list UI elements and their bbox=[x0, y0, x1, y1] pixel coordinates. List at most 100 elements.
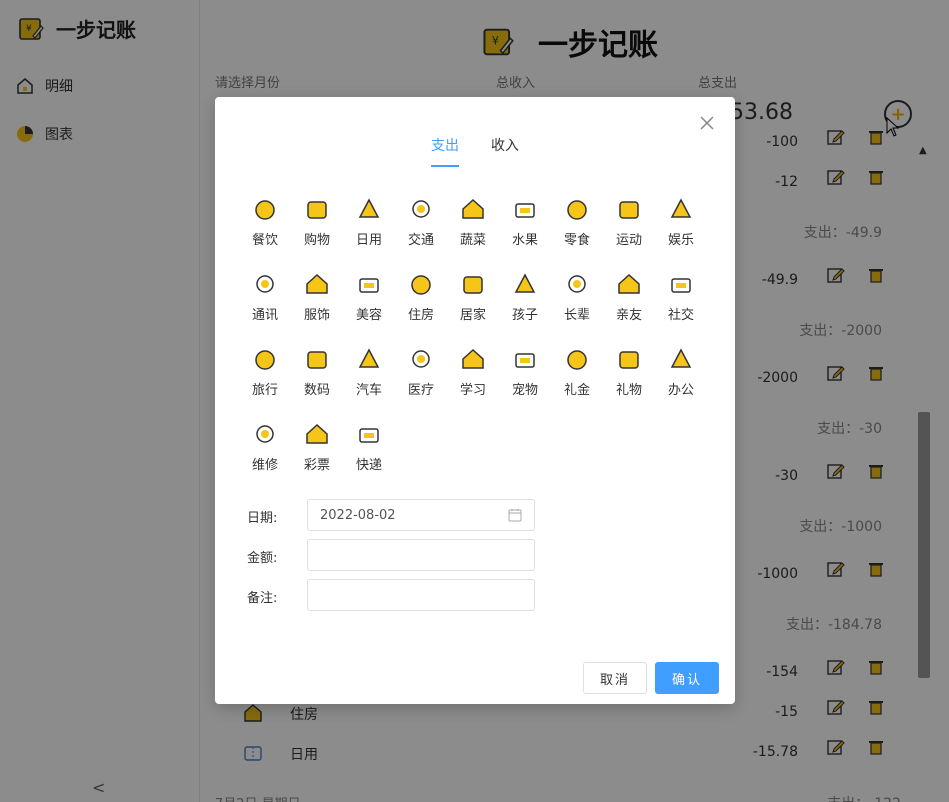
lottery-icon bbox=[306, 423, 328, 444]
category-item[interactable]: 水果 bbox=[499, 195, 551, 248]
category-label: 汽车 bbox=[355, 383, 382, 398]
category-item[interactable]: 办公 bbox=[655, 345, 707, 398]
lamp-icon bbox=[463, 276, 483, 294]
category-label: 蔬菜 bbox=[459, 233, 486, 248]
category-item[interactable]: 社交 bbox=[655, 270, 707, 323]
close-icon[interactable] bbox=[699, 115, 715, 131]
house-icon bbox=[411, 275, 431, 295]
contact-card-icon bbox=[256, 275, 274, 293]
amount-label: 金额: bbox=[247, 551, 278, 566]
note-input[interactable] bbox=[307, 579, 535, 611]
category-label: 娱乐 bbox=[667, 233, 694, 248]
category-label: 数码 bbox=[303, 383, 330, 398]
category-label: 通讯 bbox=[251, 308, 278, 323]
graduation-cap-icon bbox=[462, 348, 484, 369]
tshirt-icon bbox=[306, 273, 328, 294]
medical-kit-icon bbox=[412, 350, 430, 368]
category-item[interactable]: 汽车 bbox=[343, 345, 395, 398]
calendar-icon bbox=[508, 509, 522, 522]
category-label: 居家 bbox=[459, 308, 486, 323]
category-item[interactable]: 交通 bbox=[395, 195, 447, 248]
category-item[interactable]: 住房 bbox=[395, 270, 447, 323]
relatives-icon bbox=[618, 273, 640, 294]
category-item[interactable]: 孩子 bbox=[499, 270, 551, 323]
category-label: 快递 bbox=[355, 458, 382, 473]
category-item[interactable]: 餐饮 bbox=[239, 195, 291, 248]
date-value: 2022-08-02 bbox=[320, 507, 396, 523]
office-chair-icon bbox=[670, 348, 692, 368]
date-label: 日期: bbox=[247, 511, 278, 526]
category-label: 服饰 bbox=[303, 308, 330, 323]
category-item[interactable]: 彩票 bbox=[291, 420, 343, 473]
category-item[interactable]: 购物 bbox=[291, 195, 343, 248]
suitcase-icon bbox=[255, 350, 275, 370]
category-label: 美容 bbox=[355, 308, 382, 323]
car-icon bbox=[358, 348, 380, 368]
category-item[interactable]: 居家 bbox=[447, 270, 499, 323]
bus-icon bbox=[412, 200, 430, 218]
category-label: 礼物 bbox=[615, 383, 642, 398]
category-item[interactable]: 长辈 bbox=[551, 270, 603, 323]
category-label: 办公 bbox=[667, 383, 694, 398]
category-item[interactable]: 零食 bbox=[551, 195, 603, 248]
apple-icon bbox=[515, 203, 535, 218]
camera-icon bbox=[307, 351, 327, 369]
tab-income[interactable]: 收入 bbox=[491, 135, 519, 167]
gift-bag-icon bbox=[619, 351, 639, 369]
category-item[interactable]: 宠物 bbox=[499, 345, 551, 398]
cupcake-icon bbox=[567, 200, 587, 220]
category-label: 维修 bbox=[251, 458, 278, 473]
tissue-icon bbox=[358, 198, 380, 218]
category-item[interactable]: 维修 bbox=[239, 420, 291, 473]
category-label: 运动 bbox=[615, 233, 642, 248]
wrench-icon bbox=[256, 425, 274, 443]
category-item[interactable]: 快递 bbox=[343, 420, 395, 473]
category-item[interactable]: 数码 bbox=[291, 345, 343, 398]
category-label: 学习 bbox=[459, 383, 486, 398]
date-picker[interactable]: 2022-08-02 bbox=[307, 499, 535, 531]
category-label: 长辈 bbox=[563, 308, 590, 323]
category-label: 亲友 bbox=[615, 308, 642, 323]
category-label: 水果 bbox=[511, 233, 538, 248]
vegetable-icon bbox=[462, 198, 484, 219]
category-label: 孩子 bbox=[511, 308, 538, 323]
category-label: 医疗 bbox=[407, 383, 434, 398]
category-label: 社交 bbox=[667, 308, 694, 323]
note-label: 备注: bbox=[247, 591, 278, 606]
category-label: 旅行 bbox=[251, 383, 278, 398]
category-item[interactable]: 通讯 bbox=[239, 270, 291, 323]
bag-icon bbox=[307, 201, 327, 219]
shoe-icon bbox=[619, 201, 639, 219]
category-item[interactable]: 娱乐 bbox=[655, 195, 707, 248]
tab-expense[interactable]: 支出 bbox=[431, 135, 459, 167]
category-label: 交通 bbox=[407, 233, 434, 248]
category-label: 彩票 bbox=[303, 458, 330, 473]
category-label: 零食 bbox=[563, 233, 590, 248]
category-item[interactable]: 日用 bbox=[343, 195, 395, 248]
category-item[interactable]: 美容 bbox=[343, 270, 395, 323]
category-item[interactable]: 礼物 bbox=[603, 345, 655, 398]
category-label: 购物 bbox=[303, 233, 330, 248]
category-label: 住房 bbox=[407, 308, 434, 323]
paw-icon bbox=[515, 353, 535, 368]
category-label: 礼金 bbox=[563, 383, 590, 398]
category-item[interactable]: 学习 bbox=[447, 345, 499, 398]
category-label: 日用 bbox=[355, 233, 382, 248]
category-label: 宠物 bbox=[511, 383, 538, 398]
red-envelope-icon bbox=[567, 350, 587, 370]
add-record-dialog: 支出 收入 餐饮 购物 日用 交通 蔬菜 水果 零食 运动 娱乐通讯 服饰 美容 住房 居家 孩子 长辈 亲友… bbox=[215, 97, 735, 704]
amount-input[interactable] bbox=[307, 539, 535, 571]
magnifier-icon bbox=[670, 198, 692, 218]
delivery-truck-icon bbox=[359, 428, 379, 443]
category-item[interactable]: 医疗 bbox=[395, 345, 447, 398]
category-item[interactable]: 服饰 bbox=[291, 270, 343, 323]
category-item[interactable]: 运动 bbox=[603, 195, 655, 248]
category-item[interactable]: 蔬菜 bbox=[447, 195, 499, 248]
cancel-button[interactable]: 取消 bbox=[583, 662, 647, 694]
elder-icon bbox=[568, 275, 586, 293]
confirm-button[interactable]: 确认 bbox=[655, 662, 719, 694]
category-item[interactable]: 亲友 bbox=[603, 270, 655, 323]
category-item[interactable]: 礼金 bbox=[551, 345, 603, 398]
baby-icon bbox=[514, 273, 536, 293]
category-item[interactable]: 旅行 bbox=[239, 345, 291, 398]
